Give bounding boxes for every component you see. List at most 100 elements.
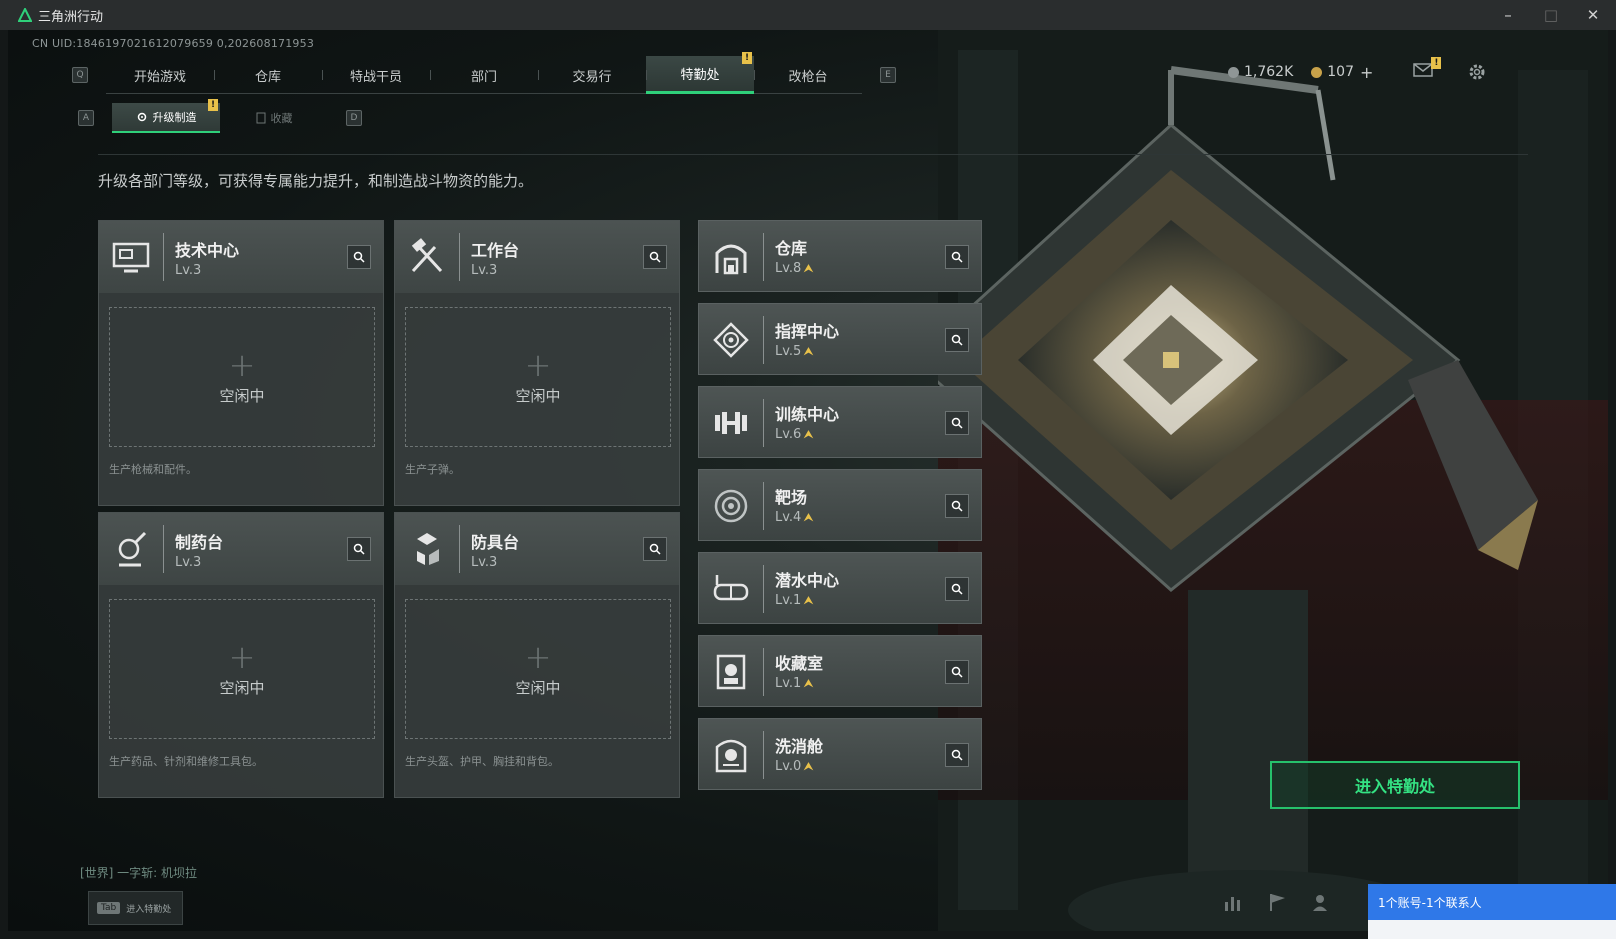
tab-special-ops-label: 特勤处 <box>680 68 720 83</box>
subtab-collection-label: 收藏 <box>270 112 293 125</box>
enter-special-ops-button[interactable]: 进入特勤处 <box>1270 761 1520 809</box>
workbench-header[interactable]: 防具台 Lv.3 <box>395 513 679 585</box>
inspect-button[interactable] <box>945 245 969 269</box>
silver-coin-icon <box>1228 66 1239 78</box>
separator <box>459 525 460 573</box>
gold-coin-icon <box>1311 66 1323 78</box>
workbench-description: 生产药品、针剂和维修工具包。 <box>109 755 263 768</box>
inspect-button[interactable] <box>643 245 667 269</box>
upgrade-arrow-icon: ⮝ <box>803 261 814 275</box>
alert-badge: ! <box>208 99 218 111</box>
mail-icon <box>1413 63 1434 77</box>
flag-icon[interactable] <box>1267 892 1289 912</box>
notification-text: 1个账号-1个联系人 <box>1368 884 1616 920</box>
craft-slot[interactable]: + 空闲中 <box>109 307 375 447</box>
bottom-toolbar <box>1223 892 1333 912</box>
inspect-button[interactable] <box>945 328 969 352</box>
add-icon: + <box>524 637 552 676</box>
tab-gunsmith[interactable]: 改枪台 <box>754 56 862 94</box>
gear-icon <box>137 112 146 122</box>
tab-warehouse[interactable]: 仓库 <box>214 56 322 94</box>
hotkey-q: Q <box>72 67 88 83</box>
search-icon <box>353 543 365 555</box>
collection-icon <box>716 654 746 690</box>
inspect-button[interactable] <box>347 245 371 269</box>
department-level: Lv.5 <box>775 344 802 359</box>
world-chat-message[interactable]: [世界] 一字斩: 机坝拉 <box>80 864 197 881</box>
tab-trading[interactable]: 交易行 <box>538 56 646 94</box>
notification-popup[interactable]: 1个账号-1个联系人 <box>1368 884 1616 939</box>
tab-special-ops[interactable]: 特勤处 ! <box>646 52 754 94</box>
add-icon: + <box>228 345 256 384</box>
department-level: Lv.8 <box>775 261 802 276</box>
workbench-header[interactable]: 工作台 Lv.3 <box>395 221 679 293</box>
inspect-button[interactable] <box>945 660 969 684</box>
craft-slot[interactable]: + 空闲中 <box>109 599 375 739</box>
subtab-upgrade-craft[interactable]: 升级制造 ! <box>112 99 220 133</box>
add-currency-button[interactable]: + <box>1360 63 1373 82</box>
mail-button[interactable]: ! <box>1413 57 1442 81</box>
inspect-button[interactable] <box>945 494 969 518</box>
tab-departments[interactable]: 部门 <box>430 56 538 94</box>
stats-icon[interactable] <box>1223 892 1245 912</box>
department-level-row: Lv.8 ⮝ <box>775 261 814 276</box>
inspect-button[interactable] <box>945 411 969 435</box>
department-name: 收藏室 <box>775 654 824 673</box>
craft-slot[interactable]: + 空闲中 <box>405 599 671 739</box>
workbench-level: Lv.3 <box>471 263 498 278</box>
department-card-range[interactable]: 靶场 Lv.4 ⮝ <box>698 469 982 541</box>
archive-icon <box>256 112 265 124</box>
separator <box>763 565 764 613</box>
department-card-training[interactable]: 训练中心 Lv.6 ⮝ <box>698 386 982 458</box>
currency-a-amount: 1,762K <box>1244 64 1294 80</box>
department-level-row: Lv.4 ⮝ <box>775 510 814 525</box>
command-icon <box>713 322 749 358</box>
inspect-button[interactable] <box>945 743 969 767</box>
game-viewport: CN UID:1846197021612079659 0,20260817195… <box>8 30 1608 931</box>
upgrade-arrow-icon: ⮝ <box>803 510 814 524</box>
search-icon <box>353 251 365 263</box>
tab-hint[interactable]: Tab 进入特勤处 <box>88 891 183 925</box>
workbench-header[interactable]: 制药台 Lv.3 <box>99 513 383 585</box>
alert-badge: ! <box>742 52 752 64</box>
minimize-button[interactable]: – <box>1485 0 1531 30</box>
close-button[interactable]: ✕ <box>1570 0 1616 30</box>
workbench-name: 工作台 <box>471 241 520 260</box>
department-card-collection[interactable]: 收藏室 Lv.1 ⮝ <box>698 635 982 707</box>
add-icon: + <box>228 637 256 676</box>
inspect-button[interactable] <box>643 537 667 561</box>
slot-status: 空闲中 <box>515 678 561 697</box>
settings-gear-icon[interactable] <box>1467 62 1487 82</box>
department-card-warehouse[interactable]: 仓库 Lv.8 ⮝ <box>698 220 982 292</box>
department-card-decontamination[interactable]: 洗消舱 Lv.0 ⮝ <box>698 718 982 790</box>
hotkey-d: D <box>346 110 362 126</box>
workbench-level: Lv.3 <box>471 555 498 570</box>
search-icon <box>951 334 963 346</box>
workbench-description: 生产子弹。 <box>405 463 460 476</box>
workbench-level: Lv.3 <box>175 263 202 278</box>
department-level-row: Lv.1 ⮝ <box>775 676 814 691</box>
workbench-name: 防具台 <box>471 533 520 552</box>
friends-icon[interactable] <box>1311 892 1333 912</box>
subtab-collection[interactable]: 收藏 <box>220 103 328 133</box>
inspect-button[interactable] <box>945 577 969 601</box>
craft-slot[interactable]: + 空闲中 <box>405 307 671 447</box>
department-card-command[interactable]: 指挥中心 Lv.5 ⮝ <box>698 303 982 375</box>
tab-start-game[interactable]: 开始游戏 <box>106 56 214 94</box>
department-name: 潜水中心 <box>775 571 840 590</box>
separator <box>763 399 764 447</box>
maximize-button[interactable]: □ <box>1528 0 1574 30</box>
workbench-name: 技术中心 <box>175 241 240 260</box>
workbench-header[interactable]: 技术中心 Lv.3 <box>99 221 383 293</box>
department-card-diving[interactable]: 潜水中心 Lv.1 ⮝ <box>698 552 982 624</box>
hotkey-e: E <box>880 67 896 83</box>
department-level: Lv.4 <box>775 510 802 525</box>
search-icon <box>951 417 963 429</box>
subtab-upgrade-craft-label: 升级制造 <box>152 111 197 124</box>
search-icon <box>951 251 963 263</box>
inspect-button[interactable] <box>347 537 371 561</box>
department-name: 靶场 <box>775 488 808 507</box>
department-level-row: Lv.6 ⮝ <box>775 427 814 442</box>
workbench-description: 生产枪械和配件。 <box>109 463 197 476</box>
tab-operators[interactable]: 特战干员 <box>322 56 430 94</box>
